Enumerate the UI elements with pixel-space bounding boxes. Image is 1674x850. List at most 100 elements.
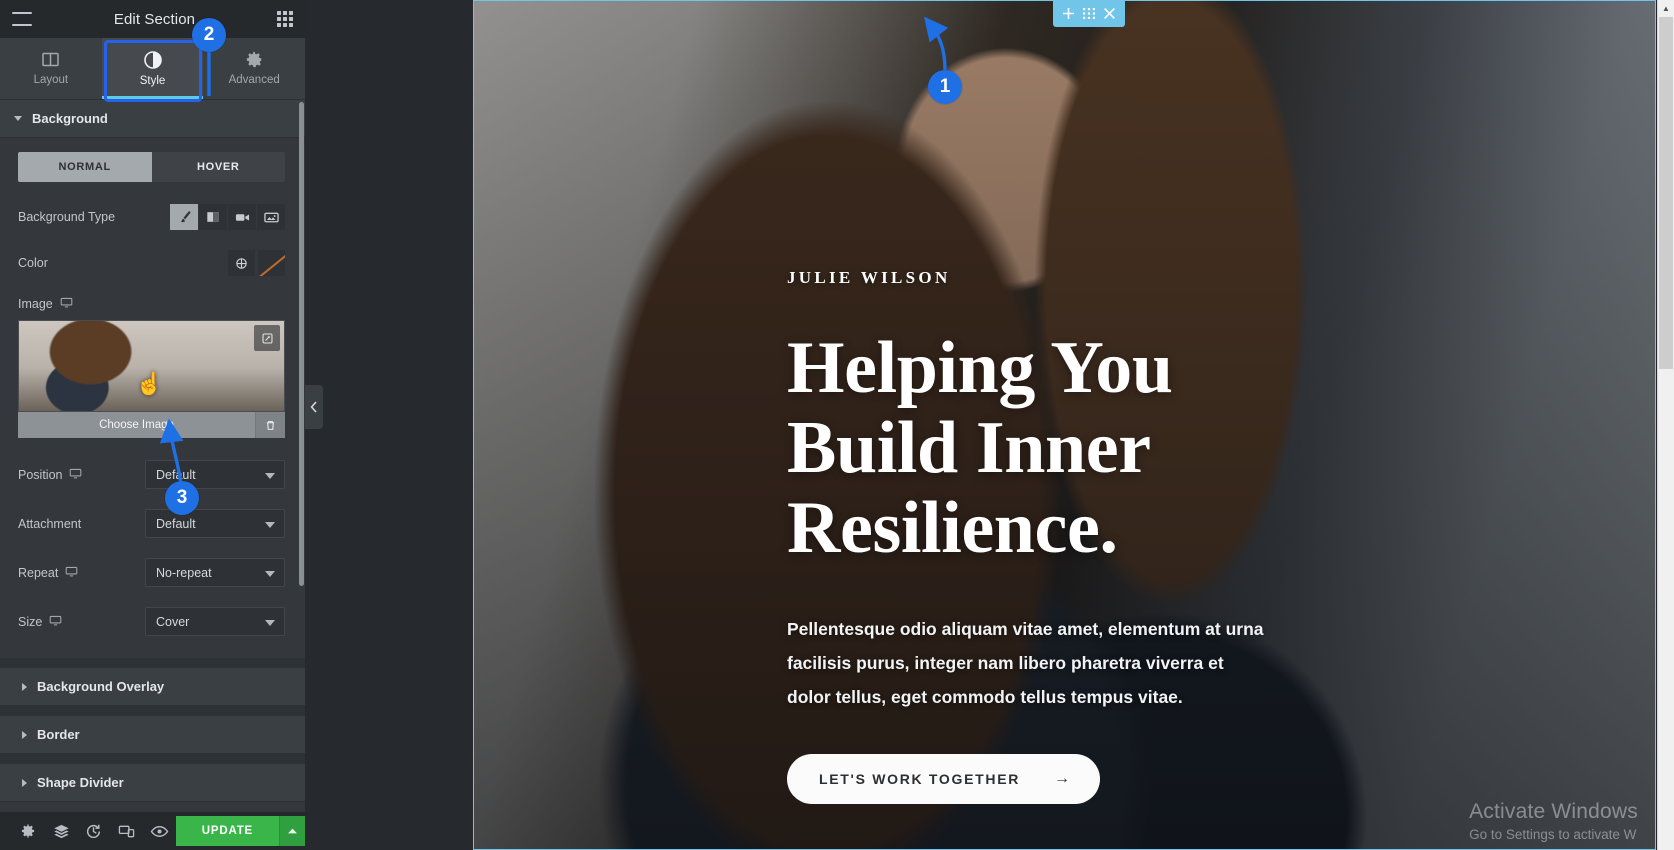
repeat-select[interactable]: No-repeat [145,558,285,587]
monitor-icon[interactable] [60,296,73,312]
monitor-icon[interactable] [65,565,78,581]
state-toggle[interactable]: NORMAL HOVER [18,152,285,182]
image-thumbnail[interactable]: ☝ [18,320,285,412]
callout-badge-3: 3 [165,481,199,515]
hero-eyebrow: JULIE WILSON [787,268,951,287]
image-thumbnail-preview [19,321,284,411]
section-border-header[interactable]: Border [0,716,305,754]
panel-scroll-area[interactable]: Background NORMAL HOVER Background Type [0,100,305,812]
section-handle-add-icon[interactable] [1063,8,1074,19]
background-type-row: Background Type [18,204,285,230]
globe-color-icon[interactable] [228,250,255,276]
monitor-icon[interactable] [49,614,62,630]
size-select[interactable]: Cover [145,607,285,636]
color-swatch[interactable] [258,250,285,276]
history-button[interactable] [78,812,111,850]
editor-canvas[interactable]: JULIE WILSON Helping You Build Inner Res… [305,0,1674,850]
background-type-label: Background Type [18,210,116,224]
layout-columns-icon [42,51,60,68]
tab-layout[interactable]: Layout [0,38,102,99]
page-title: Edit Section [113,10,196,28]
chevron-down-icon [265,472,275,479]
choose-image-button[interactable]: Choose Image [18,412,285,438]
scrollbar-up-arrow-icon[interactable]: ▲ [1658,0,1674,17]
elementor-editor: JULIE WILSON Helping You Build Inner Res… [0,0,1674,850]
section-handle-toolbar[interactable] [1053,0,1125,27]
chevron-down-icon [14,116,22,121]
repeat-value: No-repeat [156,565,212,580]
color-label: Color [18,256,48,270]
background-type-choices [169,204,285,230]
chevron-right-icon [22,682,27,691]
slideshow-icon[interactable] [257,204,285,230]
pencil-square-icon[interactable] [254,325,280,351]
browser-scrollbar[interactable]: ▲ [1657,0,1674,850]
size-label: Size [18,614,145,630]
image-picker[interactable]: ☝ Choose Image [18,320,285,438]
monitor-icon[interactable] [69,467,82,483]
callout-badge-2: 2 [192,18,226,52]
chevron-right-icon [22,730,27,739]
tab-style[interactable]: Style [101,38,204,99]
preview-button[interactable] [143,812,176,850]
tab-style-label: Style [139,74,166,87]
trash-icon[interactable] [255,412,285,438]
attachment-value: Default [156,516,196,531]
cta-button[interactable]: LET'S WORK TOGETHER → [787,754,1100,804]
chevron-right-icon [22,778,27,787]
position-label: Position [18,467,145,483]
color-row: Color [18,250,285,276]
image-label-row: Image [18,296,285,312]
scrollbar-thumb[interactable] [1659,17,1673,369]
callout-badge-1: 1 [928,70,962,104]
position-select[interactable]: Default [145,460,285,489]
gear-icon [246,51,263,68]
contrast-circle-icon [143,50,162,69]
repeat-label: Repeat [18,565,145,581]
page-preview-frame[interactable]: JULIE WILSON Helping You Build Inner Res… [305,0,1656,850]
section-background-header[interactable]: Background [0,100,305,138]
state-hover-option[interactable]: HOVER [151,152,285,182]
section-background-overlay-header[interactable]: Background Overlay [0,668,305,706]
section-background-label: Background [32,111,108,126]
repeat-row: Repeat No-repeat [18,558,285,587]
section-border-label: Border [37,727,80,742]
tab-advanced-label: Advanced [228,74,280,86]
paint-brush-icon[interactable] [170,204,198,230]
section-background-overlay-label: Background Overlay [37,679,165,694]
gradient-icon[interactable] [199,204,227,230]
section-handle-close-icon[interactable] [1104,8,1115,19]
section-divider [0,754,305,764]
panel-footer: UPDATE [0,812,305,850]
section-handle-edit-icon[interactable] [1083,8,1095,19]
mouse-cursor-icon: ☝ [135,371,163,397]
section-divider [0,706,305,716]
hero-headline: Helping You Build Inner Resilience. [787,327,1173,569]
settings-button[interactable] [12,812,45,850]
video-camera-icon[interactable] [228,204,256,230]
responsive-mode-button[interactable] [110,812,143,850]
elementor-panel: Edit Section Layout Style Advanced Backg… [0,0,305,850]
attachment-row: Attachment Default [18,509,285,538]
background-controls: NORMAL HOVER Background Type Color Image… [0,138,305,658]
position-row: Position Default [18,460,285,489]
navigator-button[interactable] [45,812,78,850]
attachment-label: Attachment [18,516,82,531]
hero-section[interactable]: JULIE WILSON Helping You Build Inner Res… [473,0,1656,850]
arrow-right-icon: → [1054,770,1072,787]
state-normal-option[interactable]: NORMAL [18,152,152,182]
size-value: Cover [156,614,190,629]
attachment-select[interactable]: Default [145,509,285,538]
caret-up-icon[interactable] [279,816,305,846]
apps-grid-icon[interactable] [277,11,293,27]
cta-label: LET'S WORK TOGETHER [819,771,1021,787]
panel-collapse-handle[interactable] [305,385,323,429]
hero-content: JULIE WILSON Helping You Build Inner Res… [787,268,1347,804]
section-shape-divider-label: Shape Divider [37,775,124,790]
chevron-down-icon [265,521,275,528]
hamburger-icon[interactable] [12,12,32,26]
update-group: UPDATE [175,816,305,846]
update-button[interactable]: UPDATE [175,816,279,846]
section-shape-divider-header[interactable]: Shape Divider [0,764,305,802]
panel-scrollbar-thumb[interactable] [299,102,304,586]
